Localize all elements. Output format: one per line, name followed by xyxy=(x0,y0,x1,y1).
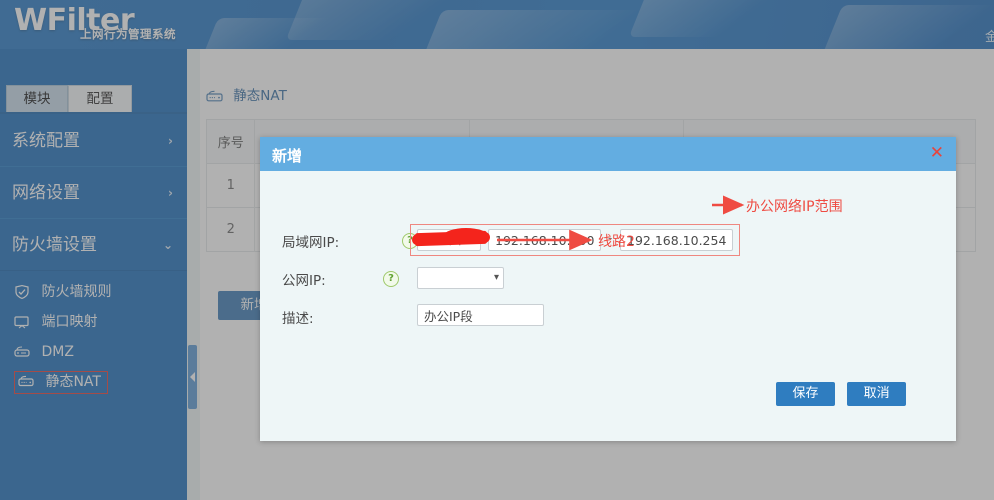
lan-ip-end-input[interactable] xyxy=(620,229,733,251)
wan-ip-select[interactable] xyxy=(417,267,504,289)
wan-ip-help-icon[interactable]: ? xyxy=(383,271,399,287)
cancel-button[interactable]: 取消 xyxy=(847,382,906,406)
description-input[interactable] xyxy=(417,304,544,326)
lan-ip-label: 局域网IP: xyxy=(282,231,402,251)
annotation-wan-line: 线路2 xyxy=(598,231,635,251)
dialog-body: 局域网IP: ? IP范围 - 公网IP: ? 描述: 保存 取消 xyxy=(260,171,956,441)
annotation-lan-range: 办公网络IP范围 xyxy=(746,196,843,216)
lan-ip-start-input[interactable] xyxy=(488,229,601,251)
dialog-title: 新增 xyxy=(272,145,302,166)
application-window: WFilter 上网行为管理系统 金 模块 配置 系统配置 › 网络设置 › 防… xyxy=(0,0,994,500)
save-button[interactable]: 保存 xyxy=(776,382,835,406)
dialog-header: 新增 ✕ xyxy=(260,137,956,171)
redaction-mark xyxy=(444,228,488,243)
add-nat-dialog: 新增 ✕ 局域网IP: ? IP范围 - 公网IP: ? 描述: xyxy=(260,137,956,441)
close-icon[interactable]: ✕ xyxy=(930,143,944,163)
description-label: 描述: xyxy=(282,307,402,327)
dialog-footer: 保存 取消 xyxy=(776,382,906,406)
